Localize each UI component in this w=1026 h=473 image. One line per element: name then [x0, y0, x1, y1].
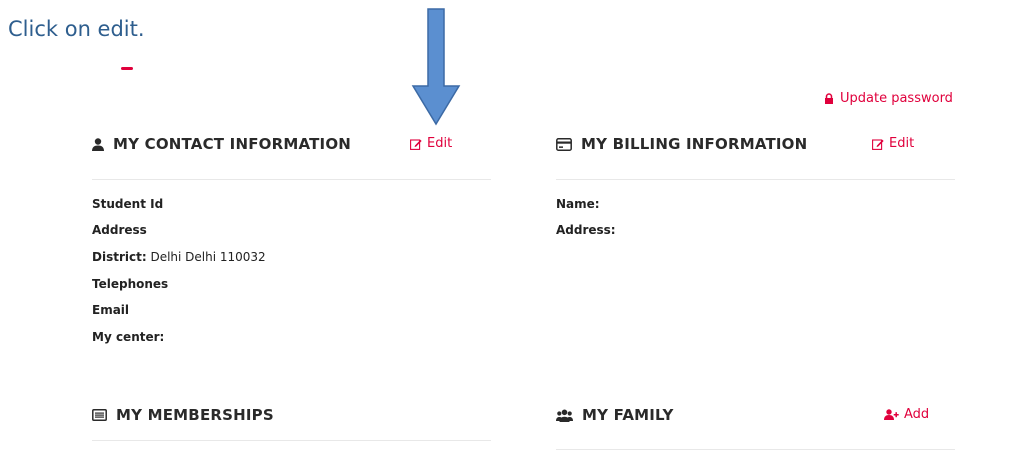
credit-card-icon: [556, 137, 572, 151]
field-address: Address: [92, 223, 147, 237]
decorative-mark: [121, 67, 133, 70]
billing-edit-label: Edit: [889, 136, 915, 151]
family-title-text: MY FAMILY: [582, 406, 674, 424]
family-add-label: Add: [904, 407, 930, 422]
edit-icon: [410, 138, 422, 150]
contact-section-title: MY CONTACT INFORMATION: [92, 135, 351, 153]
family-section-title: MY FAMILY: [556, 406, 674, 424]
contact-edit-button[interactable]: Edit: [410, 136, 452, 151]
memberships-section-title: MY MEMBERSHIPS: [92, 406, 274, 424]
field-student-id: Student Id: [92, 197, 164, 211]
field-district: District: Delhi Delhi 110032: [92, 250, 266, 264]
memberships-title-text: MY MEMBERSHIPS: [116, 406, 274, 424]
divider: [92, 440, 491, 441]
users-icon: [556, 409, 573, 422]
lock-icon: [824, 93, 834, 104]
contact-title-text: MY CONTACT INFORMATION: [113, 135, 352, 153]
family-add-button[interactable]: Add: [884, 407, 929, 422]
field-telephones: Telephones: [92, 277, 169, 291]
billing-section-title: MY BILLING INFORMATION: [556, 135, 807, 153]
billing-field-address: Address:: [556, 223, 616, 237]
divider: [92, 179, 491, 180]
update-password-label: Update password: [840, 91, 953, 106]
add-user-icon: [884, 409, 899, 420]
field-email: Email: [92, 303, 130, 317]
list-card-icon: [92, 409, 107, 421]
down-arrow-annotation: [411, 8, 461, 126]
update-password-link[interactable]: Update password: [824, 91, 953, 106]
billing-field-name: Name:: [556, 197, 600, 211]
instruction-text: Click on edit.: [8, 17, 145, 41]
user-icon: [92, 137, 104, 151]
divider: [556, 179, 955, 180]
field-my-center: My center:: [92, 330, 165, 344]
billing-title-text: MY BILLING INFORMATION: [581, 135, 808, 153]
divider: [556, 449, 955, 450]
billing-edit-button[interactable]: Edit: [872, 136, 914, 151]
contact-edit-label: Edit: [427, 136, 453, 151]
edit-icon: [872, 138, 884, 150]
